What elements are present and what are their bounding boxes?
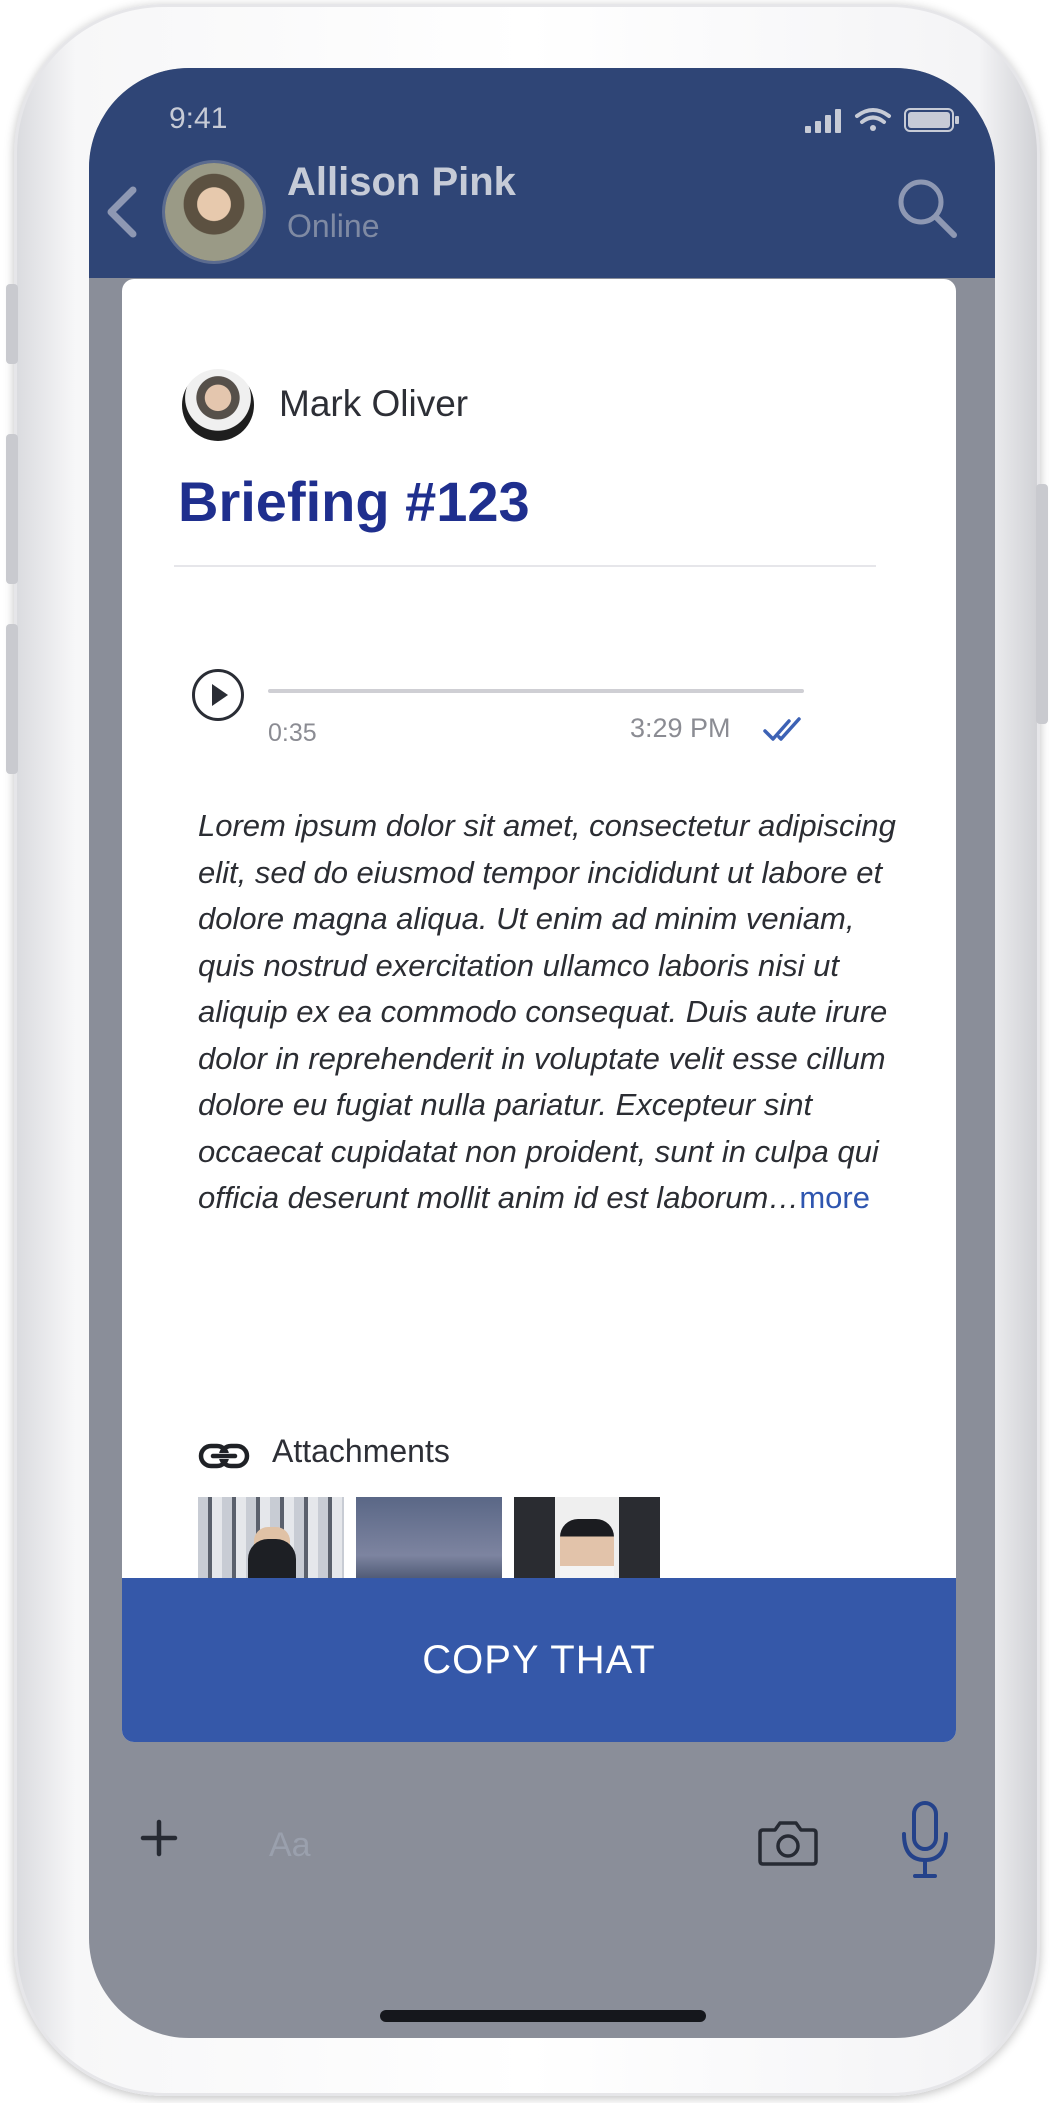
contact-avatar[interactable] xyxy=(165,163,263,261)
sent-time: 3:29 PM xyxy=(630,713,731,743)
search-button[interactable] xyxy=(895,176,959,245)
contact-status: Online xyxy=(287,208,380,244)
volume-up-button xyxy=(6,434,18,584)
volume-down-button xyxy=(6,624,18,774)
battery-icon xyxy=(904,108,959,132)
chat-header: 9:41 Allison Pink Online xyxy=(89,68,995,278)
home-indicator[interactable] xyxy=(380,2010,706,2022)
add-button[interactable] xyxy=(139,1818,179,1863)
message-body: Lorem ipsum dolor sit amet, consectetur … xyxy=(198,803,898,1222)
attachments-label: Attachments xyxy=(272,1433,450,1469)
status-time: 9:41 xyxy=(169,102,228,135)
audio-progress-track[interactable] xyxy=(268,689,804,693)
search-icon xyxy=(898,179,957,238)
link-icon xyxy=(198,1441,250,1476)
play-icon[interactable] xyxy=(192,669,244,721)
power-button xyxy=(1036,484,1048,724)
divider xyxy=(174,565,876,567)
plus-icon xyxy=(140,1819,178,1857)
briefing-title: Briefing #123 xyxy=(178,470,530,533)
status-icons xyxy=(805,106,961,139)
back-arrow-icon xyxy=(107,186,137,238)
sender-name: Mark Oliver xyxy=(279,383,469,424)
message-input[interactable]: Aa xyxy=(269,1826,311,1865)
sender-avatar xyxy=(182,369,254,441)
camera-icon xyxy=(758,1821,818,1866)
ringer-switch xyxy=(6,284,18,364)
briefing-card: Mark Oliver Briefing #123 0:35 3:29 PM L… xyxy=(122,279,956,1742)
more-link[interactable]: more xyxy=(799,1180,870,1215)
microphone-icon xyxy=(902,1801,948,1878)
microphone-button[interactable] xyxy=(899,1800,951,1885)
phone-frame: 9:41 Allison Pink Online Mark Oliver Bri… xyxy=(6,4,1048,2096)
composer-bar: Aa xyxy=(89,1768,995,1928)
audio-duration: 0:35 xyxy=(268,719,317,747)
back-button[interactable] xyxy=(103,182,143,247)
copy-that-button[interactable]: COPY THAT xyxy=(122,1578,956,1742)
wifi-icon xyxy=(855,108,891,131)
message-body-text: Lorem ipsum dolor sit amet, consectetur … xyxy=(198,808,896,1215)
camera-button[interactable] xyxy=(757,1818,819,1873)
contact-name: Allison Pink xyxy=(287,160,516,204)
phone-screen: 9:41 Allison Pink Online Mark Oliver Bri… xyxy=(89,68,995,2038)
signal-icon xyxy=(805,109,841,133)
double-check-icon xyxy=(762,715,810,748)
